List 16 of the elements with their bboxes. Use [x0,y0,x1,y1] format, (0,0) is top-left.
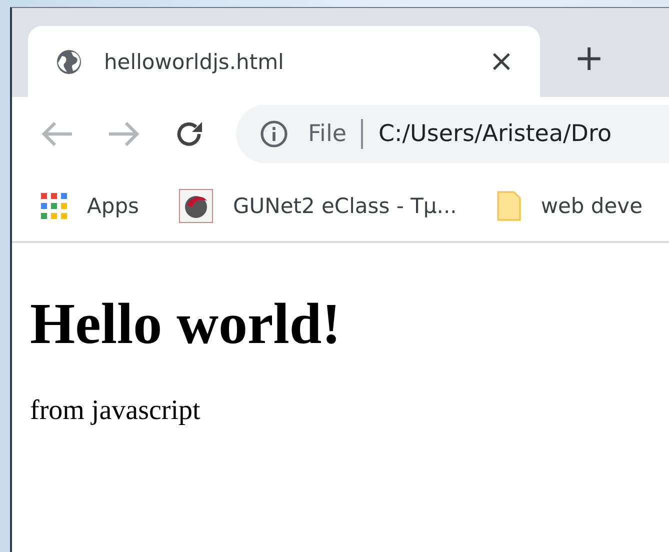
page-heading: Hello world! [30,290,342,357]
browser-tab[interactable]: helloworldjs.html × [28,26,540,97]
globe-icon [56,48,82,74]
folder-icon [496,190,521,220]
apps-grid-icon [41,192,67,218]
bookmark-item[interactable]: web deve [496,190,643,220]
page-paragraph: from javascript [30,395,202,427]
bookmark-item[interactable]: GUNet2 eClass - Τμ... [178,188,457,222]
info-icon[interactable] [260,120,288,148]
address-bar[interactable]: File C:/Users/Aristea/Dro [236,104,669,162]
new-tab-button[interactable]: + [574,41,604,77]
address-text: C:/Users/Aristea/Dro [378,120,612,146]
close-tab-button[interactable]: × [488,46,514,76]
bookmark-item[interactable]: Apps [41,192,139,218]
security-label: File [308,120,346,146]
site-logo-icon [178,188,213,222]
